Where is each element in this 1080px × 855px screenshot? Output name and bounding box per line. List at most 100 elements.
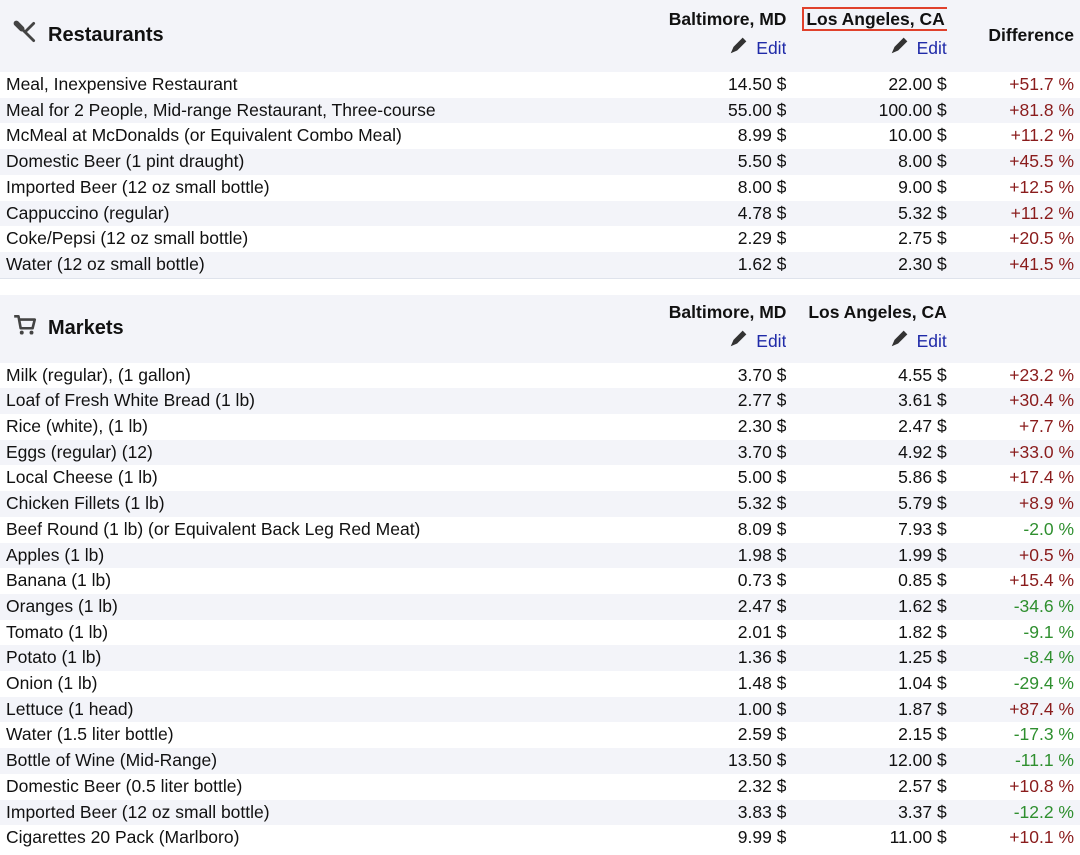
price-city-a: 2.32 $ (737, 775, 787, 796)
item-name: Water (12 oz small bottle) (0, 251, 612, 278)
price-city-b: 7.93 $ (898, 518, 947, 539)
table-row: Apples (1 lb) 1.98 $1.99 $ +0.5 % (0, 542, 1080, 569)
item-name: Cappuccino (regular) (0, 200, 612, 227)
price-difference: +10.8 % (1009, 775, 1074, 796)
cart-icon (12, 312, 38, 346)
edit-label: Edit (916, 330, 947, 351)
price-difference: -9.1 % (1023, 621, 1074, 642)
price-city-a: 55.00 $ (611, 97, 787, 124)
price-city-b: 5.79 $ (786, 491, 947, 517)
price-city-a: 3.83 $ (611, 799, 787, 826)
item-name: Meal, Inexpensive Restaurant (6, 74, 238, 94)
price-city-a: 2.47 $ (611, 593, 787, 620)
table-row: Loaf of Fresh White Bread (1 lb) 2.77 $3.… (0, 388, 1080, 415)
price-difference: +20.5 % (1009, 228, 1074, 249)
table-row: Lettuce (1 head) 1.00 $1.87 $ +87.4 % (0, 696, 1080, 723)
price-city-b: 1.25 $ (786, 645, 947, 672)
price-city-b: 0.85 $ (898, 570, 947, 591)
price-city-b: 1.82 $ (898, 621, 947, 642)
markets-city-b: Los Angeles, CA (808, 301, 947, 322)
table-row: Bottle of Wine (Mid-Range) 13.50 $12.00 $… (0, 748, 1080, 774)
pencil-icon (728, 34, 750, 64)
table-row: Domestic Beer (0.5 liter bottle) 2.32 $ 2.… (0, 774, 1080, 800)
price-city-a: 5.00 $ (737, 467, 787, 488)
item-name: Eggs (regular) (12) (0, 439, 612, 466)
difference-header: Difference (988, 25, 1074, 46)
item-name: Water (1.5 liter bottle) (6, 724, 174, 745)
price-city-b: 11.00 $ (889, 827, 947, 848)
price-difference: +81.8 % (946, 97, 1080, 124)
table-row: Meal, Inexpensive Restaurant 14.50 $ 22.00… (0, 72, 1080, 98)
item-name: McMeal at McDonalds (or Equivalent Combo… (6, 125, 402, 146)
item-name: Rice (white), (1 lb) (6, 416, 148, 437)
price-city-a: 1.98 $ (611, 542, 787, 569)
price-city-a: 8.99 $ (737, 125, 787, 146)
price-city-a: 8.09 $ (737, 518, 787, 539)
price-city-b: 22.00 $ (888, 74, 947, 94)
markets-city-a: Baltimore, MD (668, 301, 787, 322)
restaurants-edit-b-link[interactable]: Edit (889, 34, 947, 64)
price-difference: -34.6 % (946, 593, 1080, 620)
table-row: Chicken Fillets (1 lb) 5.32 $5.79 $ +8.9 % (0, 491, 1080, 517)
markets-table: Markets Baltimore, MD Edit Los Angeles, … (0, 294, 1080, 851)
price-city-a: 5.32 $ (611, 491, 787, 517)
price-difference: +41.5 % (946, 251, 1080, 278)
price-difference: +15.4 % (1009, 570, 1074, 591)
price-difference: +17.4 % (1009, 467, 1074, 488)
restaurants-title: Restaurants (48, 24, 164, 47)
restaurants-table: Restaurants Baltimore, MD Edit Los Angel… (0, 0, 1080, 278)
table-row: Water (12 oz small bottle) 1.62 $2.30 $ +4… (0, 251, 1080, 278)
price-city-a: 2.01 $ (737, 621, 787, 642)
table-row: Onion (1 lb) 1.48 $ 1.04 $ -29.4 % (0, 671, 1080, 697)
fork-knife-icon (12, 19, 38, 53)
price-city-a: 2.30 $ (737, 416, 787, 437)
price-city-b: 8.00 $ (786, 149, 947, 175)
price-difference: +12.5 % (1009, 176, 1074, 197)
price-city-b: 1.99 $ (786, 542, 947, 569)
item-name: Local Cheese (1 lb) (6, 467, 158, 488)
item-name: Potato (1 lb) (0, 645, 612, 672)
city-b-highlight: Los Angeles, CA (802, 7, 947, 32)
table-row: Rice (white), (1 lb) 2.30 $ 2.47 $ +7.7 % (0, 414, 1080, 440)
table-row: Coke/Pepsi (12 oz small bottle) 2.29 $ 2.7… (0, 226, 1080, 252)
price-city-b: 100.00 $ (786, 97, 947, 124)
price-city-b: 4.55 $ (898, 364, 947, 385)
item-name: Cigarettes 20 Pack (Marlboro) (6, 827, 240, 848)
price-difference: -12.2 % (946, 799, 1080, 826)
item-name: Chicken Fillets (1 lb) (0, 491, 612, 517)
price-city-a: 5.50 $ (611, 149, 787, 175)
price-difference: +10.1 % (1009, 827, 1074, 848)
pencil-icon (889, 327, 911, 357)
price-city-b: 1.62 $ (786, 593, 947, 620)
table-row: Cigarettes 20 Pack (Marlboro) 9.99 $ 11.00… (0, 825, 1080, 851)
price-difference: +33.0 % (946, 439, 1080, 466)
price-difference: +11.2 % (946, 200, 1080, 227)
markets-edit-a-link[interactable]: Edit (728, 327, 786, 357)
price-city-a: 0.73 $ (737, 570, 787, 591)
price-city-b: 3.61 $ (786, 388, 947, 415)
price-city-a: 3.70 $ (611, 439, 787, 466)
price-city-b: 9.00 $ (898, 176, 947, 197)
price-difference: +23.2 % (1009, 364, 1074, 385)
table-row: Water (1.5 liter bottle) 2.59 $ 2.15 $ -17.… (0, 722, 1080, 748)
item-name: Beef Round (1 lb) (or Equivalent Back Le… (6, 518, 421, 539)
pencil-icon (889, 34, 911, 64)
price-city-b: 3.37 $ (786, 799, 947, 826)
markets-edit-b-link[interactable]: Edit (889, 327, 947, 357)
item-name: Imported Beer (12 oz small bottle) (0, 799, 612, 826)
item-name: Lettuce (1 head) (0, 696, 612, 723)
price-city-b: 2.15 $ (898, 724, 947, 745)
restaurants-edit-a-link[interactable]: Edit (728, 34, 786, 64)
price-city-b: 2.30 $ (786, 251, 947, 278)
section-divider (0, 277, 1080, 295)
price-difference: +51.7 % (1009, 74, 1074, 94)
price-difference: +45.5 % (946, 149, 1080, 175)
price-city-b: 2.57 $ (898, 775, 947, 796)
price-difference: -8.4 % (946, 645, 1080, 672)
item-name: Banana (1 lb) (6, 570, 112, 591)
restaurants-city-a: Baltimore, MD (668, 9, 787, 30)
price-city-a: 1.36 $ (611, 645, 787, 672)
price-city-b: 10.00 $ (888, 125, 947, 146)
price-city-b: 2.75 $ (898, 228, 947, 249)
price-difference: +11.2 % (1010, 125, 1074, 146)
